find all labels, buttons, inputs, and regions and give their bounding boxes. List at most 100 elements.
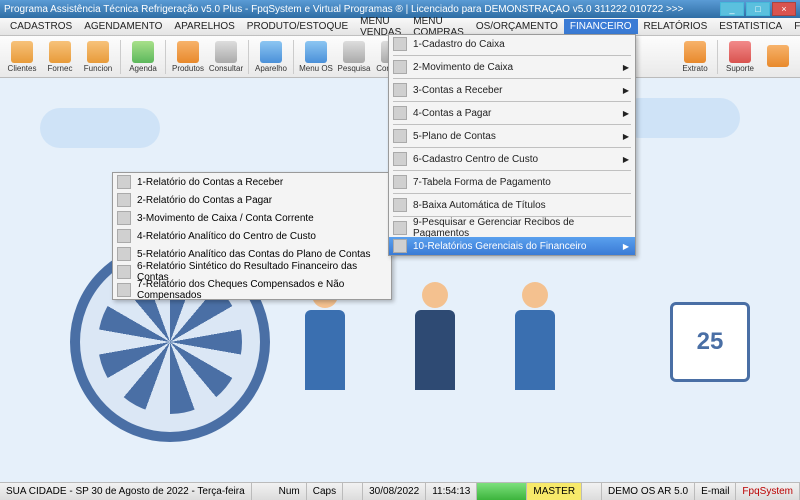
submenuitem-2[interactable]: 2-Relatório do Contas a Pagar <box>113 191 391 209</box>
tool-label: Clientes <box>8 64 37 73</box>
submenu-arrow-icon: ▶ <box>623 155 629 164</box>
technician-illustration <box>290 282 360 442</box>
tool-fornec[interactable]: Fornec <box>42 40 78 74</box>
submenuitem-icon <box>117 211 131 225</box>
Pesquisa-icon <box>343 41 365 63</box>
menuitem-label: 10-Relatórios Gerenciais do Financeiro <box>413 241 586 252</box>
submenuitem-4[interactable]: 4-Relatório Analítico do Centro de Custo <box>113 227 391 245</box>
statusbar: SUA CIDADE - SP 30 de Agosto de 2022 - T… <box>0 482 800 500</box>
submenuitem-icon <box>117 229 131 243</box>
submenuitem-7[interactable]: 7-Relatório dos Cheques Compensados e Nã… <box>113 281 391 299</box>
tool-clientes[interactable]: Clientes <box>4 40 40 74</box>
menuitem-label: 4-Contas a Pagar <box>413 108 491 119</box>
tool-label: Menu OS <box>299 64 333 73</box>
tool-aparelho[interactable]: Aparelho <box>253 40 289 74</box>
tool-label: Funcion <box>84 64 112 73</box>
submenuitem-label: 1-Relatório do Contas a Receber <box>137 177 283 188</box>
Extrato-icon <box>684 41 706 63</box>
menuitem-label: 6-Cadastro Centro de Custo <box>413 154 538 165</box>
menu-aparelhos[interactable]: APARELHOS <box>168 19 240 34</box>
tool-label: Consultar <box>209 64 243 73</box>
menuitem-label: 9-Pesquisar e Gerenciar Recibos de Pagam… <box>413 217 621 239</box>
submenuitem-icon <box>117 247 131 261</box>
submenuitem-icon <box>117 193 131 207</box>
close-button[interactable]: × <box>772 2 796 16</box>
menu-ferramentas[interactable]: FERRAMENTAS <box>788 19 800 34</box>
status-progress <box>477 483 527 500</box>
ac-unit-illustration: 25 <box>670 302 750 382</box>
menuitem-8[interactable]: 8-Baixa Automática de Títulos <box>389 196 635 214</box>
tool-pesquisa[interactable]: Pesquisa <box>336 40 372 74</box>
submenuitem-label: 4-Relatório Analítico do Centro de Custo <box>137 231 316 242</box>
menuitem-9[interactable]: 9-Pesquisar e Gerenciar Recibos de Pagam… <box>389 219 635 237</box>
menuitem-7[interactable]: 7-Tabela Forma de Pagamento <box>389 173 635 191</box>
submenuitem-1[interactable]: 1-Relatório do Contas a Receber <box>113 173 391 191</box>
tool-suporte[interactable]: Suporte <box>722 40 758 74</box>
tool-label: Suporte <box>726 64 754 73</box>
tool-funcion[interactable]: Funcion <box>80 40 116 74</box>
menuitem-icon <box>393 239 407 253</box>
submenu-arrow-icon: ▶ <box>623 86 629 95</box>
menu-financeiro[interactable]: FINANCEIRO <box>564 19 638 34</box>
status-database: DEMO OS AR 5.0 <box>602 483 695 500</box>
window-controls: _ □ × <box>720 2 796 16</box>
tool-extrato[interactable]: Extrato <box>677 40 713 74</box>
submenuitem-3[interactable]: 3-Movimento de Caixa / Conta Corrente <box>113 209 391 227</box>
Funcion-icon <box>87 41 109 63</box>
menuitem-icon <box>393 152 407 166</box>
submenu-arrow-icon: ▶ <box>623 132 629 141</box>
submenu-arrow-icon: ▶ <box>623 109 629 118</box>
tool-consultar[interactable]: Consultar <box>208 40 244 74</box>
menuitem-icon <box>393 60 407 74</box>
relatorios-gerenciais-submenu: 1-Relatório do Contas a Receber 2-Relatór… <box>112 172 392 300</box>
status-numlock: Num <box>273 483 307 500</box>
financeiro-menu: 1-Cadastro do Caixa2-Movimento de Caixa▶… <box>388 34 636 256</box>
submenuitem-icon <box>117 283 131 297</box>
status-brand: FpqSystem <box>736 483 800 500</box>
menuitem-1[interactable]: 10-Relatórios Gerenciais do Financeiro▶ <box>389 237 635 255</box>
status-email[interactable]: E-mail <box>695 483 736 500</box>
Fornec-icon <box>49 41 71 63</box>
menuitem-icon <box>393 37 407 51</box>
tool-btn[interactable] <box>760 44 796 69</box>
tool-label: Produtos <box>172 64 204 73</box>
tool-menu os[interactable]: Menu OS <box>298 40 334 74</box>
status-capslock: Caps <box>307 483 343 500</box>
menuitem-5[interactable]: 5-Plano de Contas▶ <box>389 127 635 145</box>
menu-estatistica[interactable]: ESTATISTICA <box>713 19 788 34</box>
menuitem-2[interactable]: 2-Movimento de Caixa▶ <box>389 58 635 76</box>
Consultar-icon <box>215 41 237 63</box>
menuitem-6[interactable]: 6-Cadastro Centro de Custo ▶ <box>389 150 635 168</box>
tool-label: Pesquisa <box>338 64 371 73</box>
menu-osoramento[interactable]: OS/ORÇAMENTO <box>470 19 564 34</box>
menuitem-icon <box>393 106 407 120</box>
tool-icon <box>767 45 789 67</box>
tool-produtos[interactable]: Produtos <box>170 40 206 74</box>
Clientes-icon <box>11 41 33 63</box>
status-time: 11:54:13 <box>426 483 477 500</box>
submenuitem-label: 5-Relatório Analítico das Contas do Plan… <box>137 249 370 260</box>
menuitem-icon <box>393 198 407 212</box>
menuitem-3[interactable]: 3-Contas a Receber▶ <box>389 81 635 99</box>
status-user: MASTER <box>527 483 582 500</box>
Agenda-icon <box>132 41 154 63</box>
technician-illustration <box>400 282 470 442</box>
menuitem-4[interactable]: 4-Contas a Pagar ▶ <box>389 104 635 122</box>
submenuitem-icon <box>117 175 131 189</box>
tool-label: Extrato <box>682 64 707 73</box>
menu-produtoestoque[interactable]: PRODUTO/ESTOQUE <box>241 19 354 34</box>
submenuitem-label: 7-Relatório dos Cheques Compensados e Nã… <box>137 279 383 301</box>
maximize-button[interactable]: □ <box>746 2 770 16</box>
menu-agendamento[interactable]: AGENDAMENTO <box>78 19 168 34</box>
tool-agenda[interactable]: Agenda <box>125 40 161 74</box>
menu-relatrios[interactable]: RELATÓRIOS <box>638 19 714 34</box>
minimize-button[interactable]: _ <box>720 2 744 16</box>
menuitem-label: 2-Movimento de Caixa <box>413 62 513 73</box>
menu-cadastros[interactable]: CADASTROS <box>4 19 78 34</box>
technician-illustration <box>500 282 570 442</box>
menuitem-icon <box>393 83 407 97</box>
menuitem-label: 8-Baixa Automática de Títulos <box>413 200 546 211</box>
Aparelho-icon <box>260 41 282 63</box>
menuitem-icon <box>393 221 407 235</box>
menuitem-1[interactable]: 1-Cadastro do Caixa <box>389 35 635 53</box>
